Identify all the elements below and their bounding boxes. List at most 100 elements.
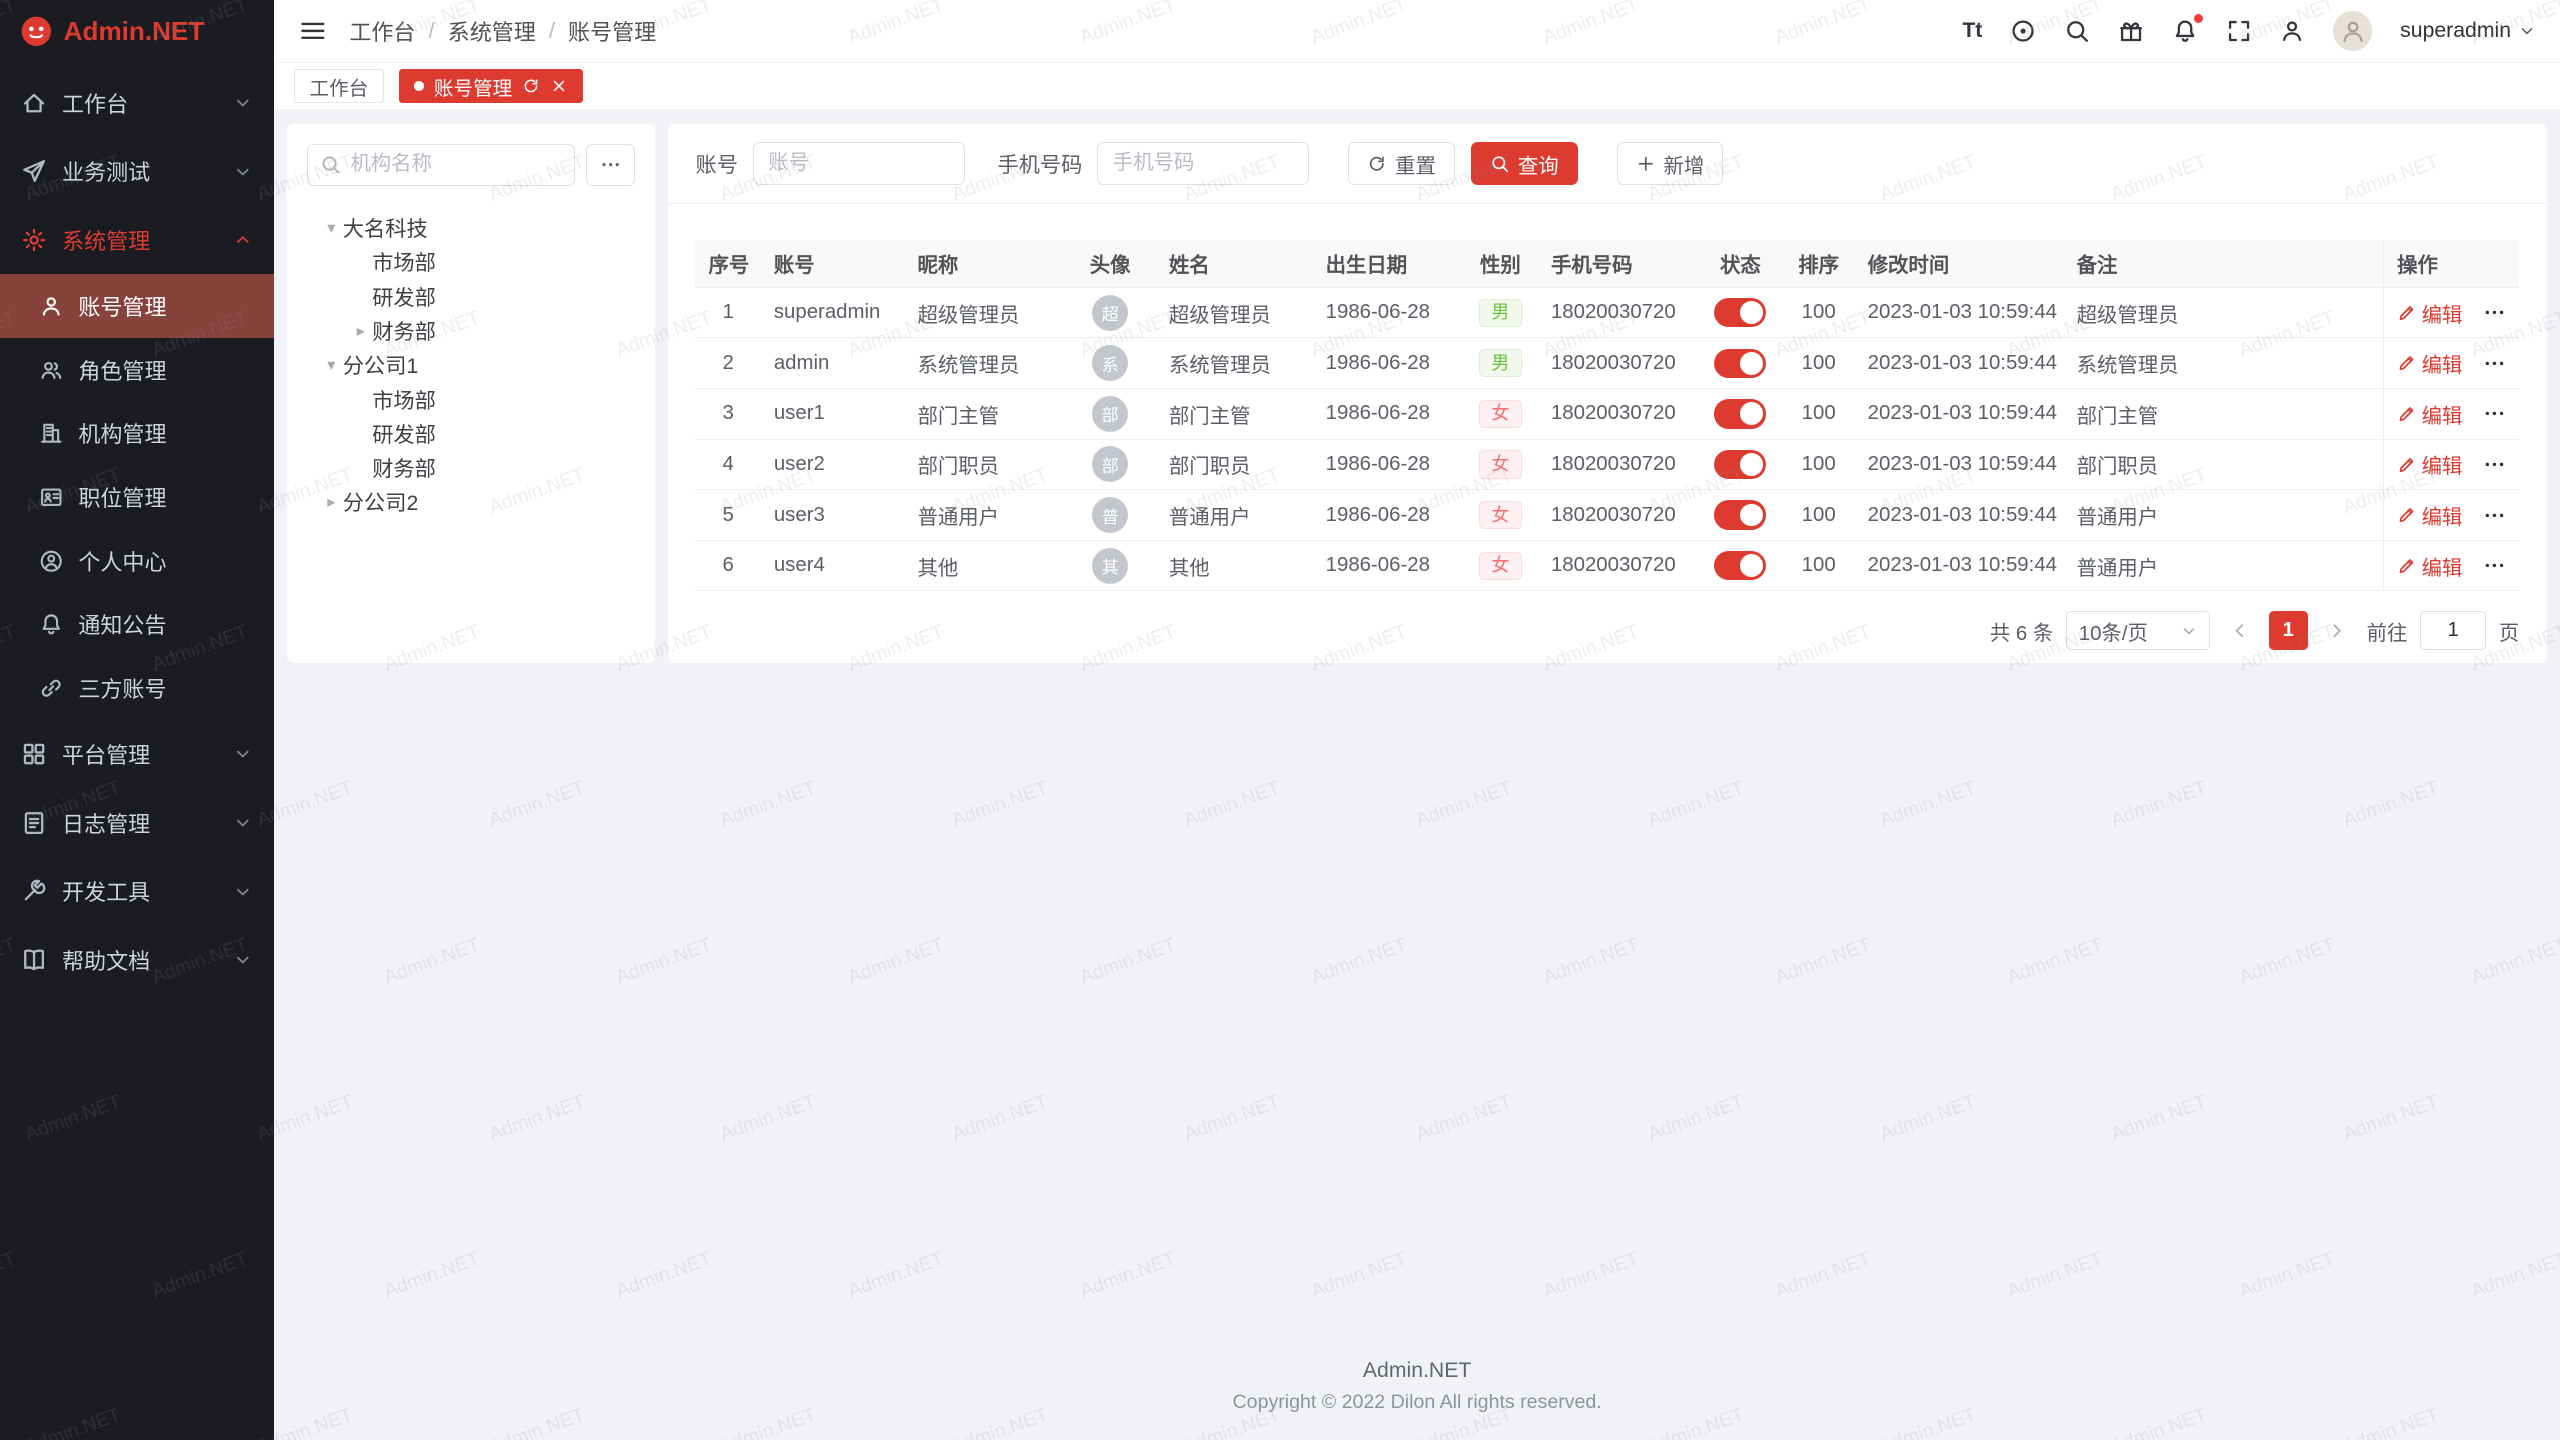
sidebar-item-dev-tools[interactable]: 开发工具 xyxy=(0,857,274,926)
sidebar-item-platform-management[interactable]: 平台管理 xyxy=(0,720,274,789)
reset-button[interactable]: 重置 xyxy=(1348,142,1454,184)
sidebar-item-workbench[interactable]: 工作台 xyxy=(0,69,274,138)
row-more-button[interactable] xyxy=(2483,402,2506,425)
sidebar-item-label: 账号管理 xyxy=(78,290,166,322)
status-toggle[interactable] xyxy=(1714,349,1766,378)
cell-name: 系统管理员 xyxy=(1156,338,1313,389)
tree-node[interactable]: 市场部 xyxy=(307,245,635,279)
row-more-button[interactable] xyxy=(2483,352,2506,375)
tree-node[interactable]: 研发部 xyxy=(307,279,635,313)
row-more-button[interactable] xyxy=(2483,301,2506,324)
prev-page-button[interactable] xyxy=(2223,611,2256,650)
sidebar-item-label: 机构管理 xyxy=(78,417,166,449)
user-icon[interactable] xyxy=(2279,18,2305,44)
edit-button[interactable]: 编辑 xyxy=(2397,551,2462,581)
sidebar-item-account-management[interactable]: 账号管理 xyxy=(0,274,274,338)
add-button[interactable]: 新增 xyxy=(1617,142,1723,184)
fullscreen-icon[interactable] xyxy=(2226,18,2252,44)
tree-node-label: 研发部 xyxy=(372,418,436,449)
sidebar-item-notice[interactable]: 通知公告 xyxy=(0,593,274,657)
tree-node[interactable]: 分公司1 xyxy=(307,348,635,382)
account-input[interactable] xyxy=(753,142,965,184)
tree-node[interactable]: 分公司2 xyxy=(307,485,635,519)
sidebar-item-third-party-account[interactable]: 三方账号 xyxy=(0,656,274,720)
refresh-icon[interactable] xyxy=(522,77,540,95)
sidebar-item-label: 帮助文档 xyxy=(62,944,150,976)
tree-node[interactable]: 市场部 xyxy=(307,382,635,416)
edit-button[interactable]: 编辑 xyxy=(2397,399,2462,429)
sidebar-item-position-management[interactable]: 职位管理 xyxy=(0,465,274,529)
current-page[interactable]: 1 xyxy=(2269,611,2308,650)
sidebar-item-log-management[interactable]: 日志管理 xyxy=(0,789,274,858)
status-toggle[interactable] xyxy=(1714,399,1766,428)
grid-icon xyxy=(21,741,47,767)
cell-modified: 2023-01-03 10:59:44 xyxy=(1855,540,2064,591)
logo[interactable]: Admin.NET xyxy=(0,0,274,62)
edit-icon xyxy=(2397,556,2417,576)
edit-button[interactable]: 编辑 xyxy=(2397,449,2462,479)
page-size-value: 10条/页 xyxy=(2079,616,2148,646)
breadcrumb-item[interactable]: 系统管理 xyxy=(448,15,536,47)
row-more-button[interactable] xyxy=(2483,504,2506,527)
tree-node[interactable]: 研发部 xyxy=(307,416,635,450)
search-icon[interactable] xyxy=(2064,18,2090,44)
cell-account: superadmin xyxy=(761,287,905,338)
edit-button[interactable]: 编辑 xyxy=(2397,298,2462,328)
status-toggle[interactable] xyxy=(1714,298,1766,327)
goto-page-input[interactable] xyxy=(2420,611,2485,650)
cell-remark: 部门职员 xyxy=(2064,439,2384,490)
cell-actions: 编辑 xyxy=(2384,287,2520,338)
search-button[interactable]: 查询 xyxy=(1471,142,1577,184)
chevron-down-icon xyxy=(233,93,253,113)
sidebar-item-label: 开发工具 xyxy=(62,875,150,907)
phone-input[interactable] xyxy=(1097,142,1309,184)
gift-icon[interactable] xyxy=(2118,18,2144,44)
tree-node-label: 大名科技 xyxy=(343,212,428,243)
sidebar-item-system-management[interactable]: 系统管理 xyxy=(0,206,274,275)
cell-status xyxy=(1698,540,1783,591)
status-toggle[interactable] xyxy=(1714,551,1766,580)
tree-more-button[interactable] xyxy=(586,144,635,186)
avatar[interactable] xyxy=(2333,11,2372,50)
cell-actions: 编辑 xyxy=(2384,490,2520,541)
cell-gender: 女 xyxy=(1463,389,1538,440)
tree-node[interactable]: 财务部 xyxy=(307,451,635,485)
breadcrumb-item[interactable]: 工作台 xyxy=(349,15,415,47)
circle-dot-icon[interactable] xyxy=(2010,18,2036,44)
sidebar-item-role-management[interactable]: 角色管理 xyxy=(0,338,274,402)
tools-icon xyxy=(21,878,47,904)
bell-icon[interactable] xyxy=(2172,18,2198,44)
sidebar-item-business-test[interactable]: 业务测试 xyxy=(0,137,274,206)
gender-tag: 女 xyxy=(1479,501,1521,529)
next-page-button[interactable] xyxy=(2321,611,2354,650)
row-more-button[interactable] xyxy=(2483,554,2506,577)
sidebar-item-org-management[interactable]: 机构管理 xyxy=(0,402,274,466)
user-menu[interactable]: superadmin xyxy=(2400,19,2535,43)
cell-gender: 女 xyxy=(1463,540,1538,591)
org-search-input[interactable] xyxy=(307,144,575,186)
page-size-select[interactable]: 10条/页 xyxy=(2066,611,2210,650)
sidebar-item-help-docs[interactable]: 帮助文档 xyxy=(0,926,274,995)
cell-remark: 普通用户 xyxy=(2064,540,2384,591)
menu-collapse-icon[interactable] xyxy=(299,17,327,45)
org-tree: 大名科技 市场部 研发部 xyxy=(307,211,635,520)
page-footer: Admin.NET Copyright © 2022 Dilon All rig… xyxy=(287,1346,2547,1440)
cell-index: 3 xyxy=(695,389,760,440)
edit-button[interactable]: 编辑 xyxy=(2397,500,2462,530)
tab-workbench[interactable]: 工作台 xyxy=(294,69,384,103)
tree-node[interactable]: 财务部 xyxy=(307,313,635,347)
row-more-button[interactable] xyxy=(2483,453,2506,476)
cell-modified: 2023-01-03 10:59:44 xyxy=(1855,439,2064,490)
sidebar-item-personal-center[interactable]: 个人中心 xyxy=(0,529,274,593)
tree-node[interactable]: 大名科技 xyxy=(307,211,635,245)
logo-icon xyxy=(20,15,53,48)
status-toggle[interactable] xyxy=(1714,500,1766,529)
username: superadmin xyxy=(2400,19,2511,43)
book-icon xyxy=(21,947,47,973)
status-toggle[interactable] xyxy=(1714,450,1766,479)
close-icon[interactable] xyxy=(550,77,568,95)
avatar: 部 xyxy=(1092,446,1128,482)
edit-button[interactable]: 编辑 xyxy=(2397,348,2462,378)
tab-account-management[interactable]: 账号管理 xyxy=(399,69,584,103)
font-size-icon[interactable]: Tt xyxy=(1962,20,1982,41)
